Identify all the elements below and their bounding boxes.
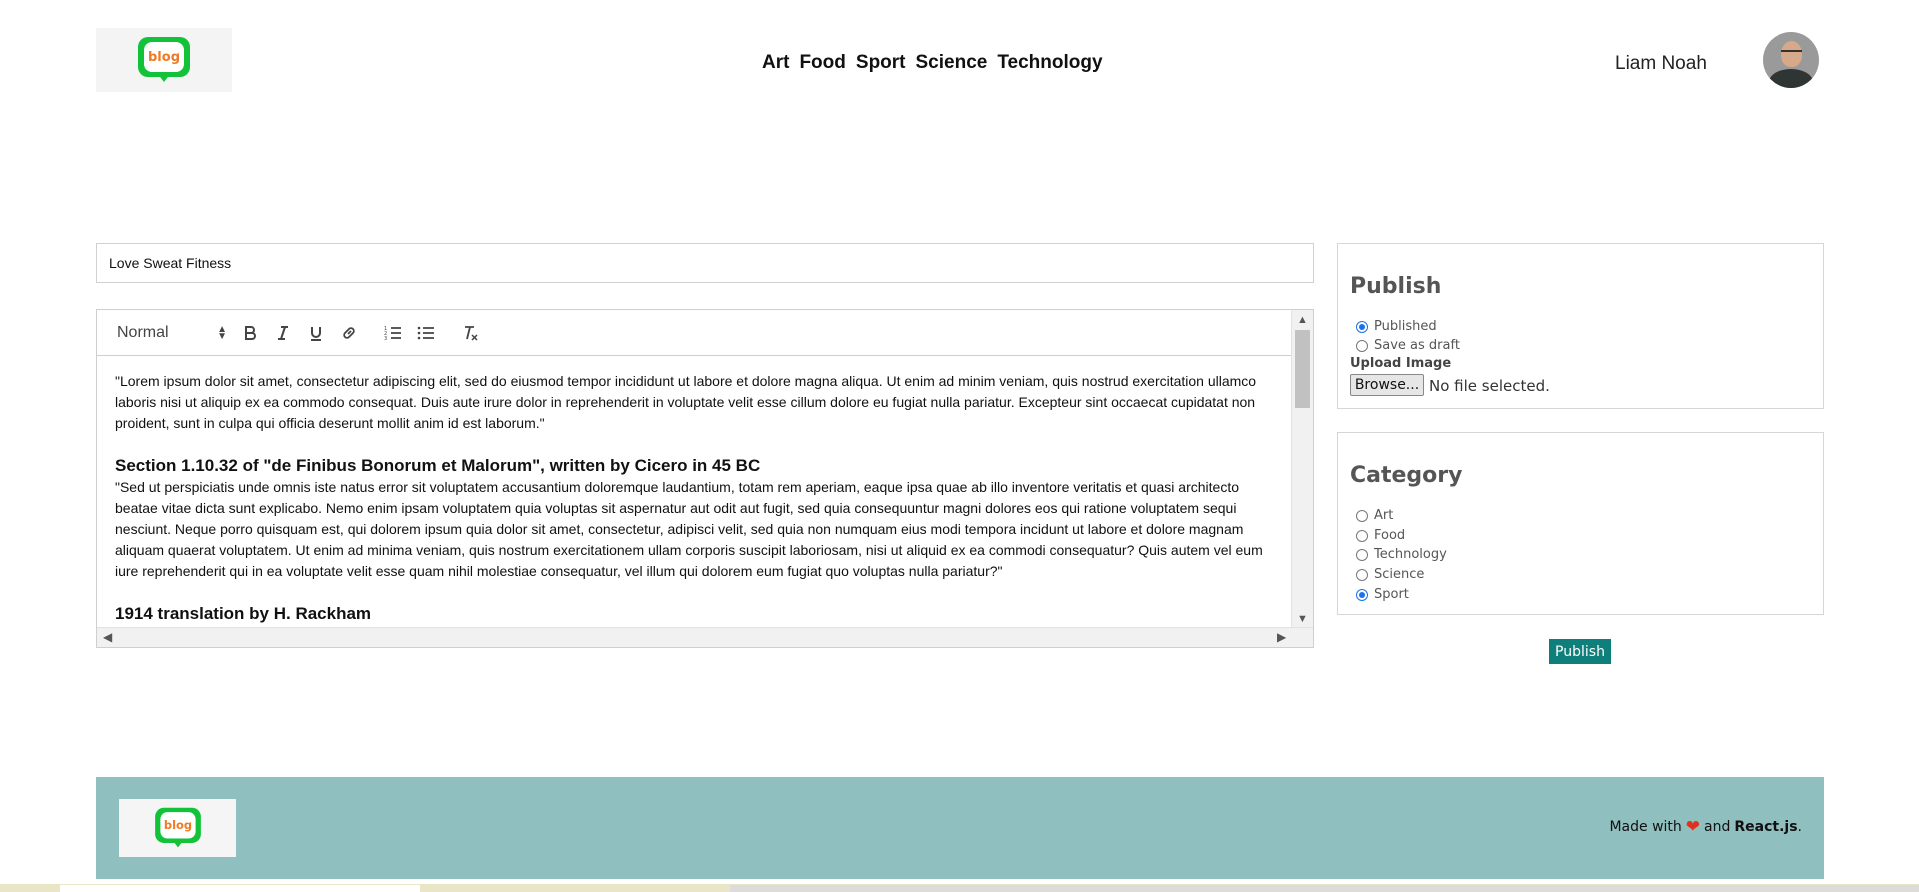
- radio-published[interactable]: Published: [1356, 319, 1437, 334]
- radio-label: Save as draft: [1374, 338, 1460, 353]
- format-select-value: Normal: [117, 323, 169, 341]
- radio-category-food[interactable]: Food: [1356, 528, 1405, 543]
- bold-icon: [245, 325, 256, 340]
- radio-icon[interactable]: [1356, 339, 1368, 352]
- paragraph: "Sed ut perspiciatis unde omnis iste nat…: [115, 479, 1263, 579]
- category-panel: Category Art Food Technology Science Spo…: [1337, 432, 1824, 615]
- nav-item-food[interactable]: Food: [799, 52, 845, 74]
- scroll-right-icon[interactable]: ▶: [1277, 630, 1286, 644]
- made-with-text: Made with ❤ and React.js.: [1609, 817, 1802, 837]
- format-select[interactable]: Normal ▲ ▼: [117, 324, 227, 342]
- footer: blog Made with ❤ and React.js.: [96, 777, 1824, 879]
- header-logo[interactable]: blog: [96, 28, 232, 92]
- and-label: and: [1704, 819, 1731, 835]
- publish-panel-title: Publish: [1350, 274, 1442, 299]
- logo-text: blog: [144, 42, 184, 72]
- radio-selected-icon[interactable]: [1356, 588, 1368, 601]
- radio-selected-icon[interactable]: [1356, 320, 1368, 333]
- radio-category-technology[interactable]: Technology: [1356, 547, 1447, 562]
- bold-button[interactable]: [235, 321, 265, 345]
- link-icon: [343, 326, 355, 339]
- logo-text: blog: [159, 812, 196, 839]
- radio-category-art[interactable]: Art: [1356, 508, 1393, 523]
- italic-icon: [278, 325, 288, 340]
- ordered-list-button[interactable]: 123: [378, 321, 408, 345]
- taskbar-strip: [0, 884, 1919, 892]
- rich-text-editor[interactable]: Normal ▲ ▼ 123 "Lorem ipsum dolor sit ame…: [96, 309, 1314, 648]
- radio-icon[interactable]: [1356, 529, 1368, 542]
- file-status: No file selected.: [1429, 377, 1550, 395]
- nav-item-art[interactable]: Art: [762, 52, 789, 74]
- vertical-scrollbar[interactable]: ▲ ▼: [1291, 310, 1313, 629]
- radio-label: Science: [1374, 567, 1425, 582]
- radio-label: Sport: [1374, 587, 1409, 602]
- scroll-down-icon[interactable]: ▼: [1297, 613, 1308, 625]
- browse-button[interactable]: Browse...: [1350, 374, 1424, 396]
- radio-category-science[interactable]: Science: [1356, 567, 1424, 582]
- upload-image-label: Upload Image: [1350, 356, 1452, 371]
- radio-icon[interactable]: [1356, 568, 1368, 581]
- scrollbar-thumb[interactable]: [1295, 330, 1310, 408]
- scroll-up-icon[interactable]: ▲: [1297, 314, 1308, 326]
- italic-button[interactable]: [268, 321, 298, 345]
- radio-icon[interactable]: [1356, 509, 1368, 522]
- radio-category-sport[interactable]: Sport: [1356, 587, 1409, 602]
- bullet-list-icon: [417, 326, 434, 339]
- clear-format-button[interactable]: [455, 321, 485, 345]
- category-panel-title: Category: [1350, 463, 1463, 488]
- radio-save-as-draft[interactable]: Save as draft: [1356, 338, 1460, 353]
- link-button[interactable]: [334, 321, 364, 345]
- main-nav: Art Food Sport Science Technology: [762, 52, 1103, 74]
- nav-item-sport[interactable]: Sport: [856, 52, 906, 74]
- blog-logo-icon: blog: [138, 37, 190, 83]
- select-arrows-icon: ▲ ▼: [217, 323, 227, 342]
- publish-panel: Publish Published Save as draft Upload I…: [1337, 243, 1824, 409]
- radio-label: Published: [1374, 319, 1437, 334]
- bullet-list-button[interactable]: [411, 321, 441, 345]
- made-with-label: Made with: [1609, 819, 1682, 835]
- taskbar-tab[interactable]: [60, 885, 420, 892]
- blog-logo-icon: blog: [154, 807, 201, 848]
- editor-toolbar: Normal ▲ ▼ 123: [97, 310, 1292, 356]
- ordered-list-icon: 123: [384, 326, 401, 341]
- section-heading: Section 1.10.32 of "de Finibus Bonorum e…: [115, 456, 761, 475]
- footer-period: .: [1797, 819, 1802, 835]
- scroll-left-icon[interactable]: ◀: [103, 630, 112, 644]
- underline-button[interactable]: [301, 321, 331, 345]
- clear-format-icon: [465, 325, 478, 341]
- avatar[interactable]: [1763, 32, 1819, 88]
- footer-logo[interactable]: blog: [119, 799, 236, 857]
- publish-button[interactable]: Publish: [1549, 639, 1611, 664]
- section-heading: 1914 translation by H. Rackham: [115, 604, 372, 623]
- framework-name: React.js: [1734, 819, 1798, 835]
- radio-icon[interactable]: [1356, 548, 1368, 561]
- radio-label: Technology: [1374, 547, 1447, 562]
- radio-label: Art: [1374, 508, 1394, 523]
- horizontal-scrollbar[interactable]: ◀ ▶: [97, 627, 1313, 647]
- editor-content[interactable]: "Lorem ipsum dolor sit amet, consectetur…: [115, 371, 1285, 625]
- user-name[interactable]: Liam Noah: [1615, 53, 1707, 75]
- nav-item-science[interactable]: Science: [916, 52, 988, 74]
- radio-label: Food: [1374, 528, 1406, 543]
- nav-item-technology[interactable]: Technology: [997, 52, 1102, 74]
- heart-icon: ❤: [1685, 817, 1701, 837]
- paragraph: "Lorem ipsum dolor sit amet, consectetur…: [115, 373, 1257, 431]
- taskbar-area: [730, 885, 1919, 892]
- underline-icon: [311, 326, 321, 341]
- post-title-input[interactable]: [96, 243, 1314, 283]
- svg-text:3: 3: [384, 336, 387, 341]
